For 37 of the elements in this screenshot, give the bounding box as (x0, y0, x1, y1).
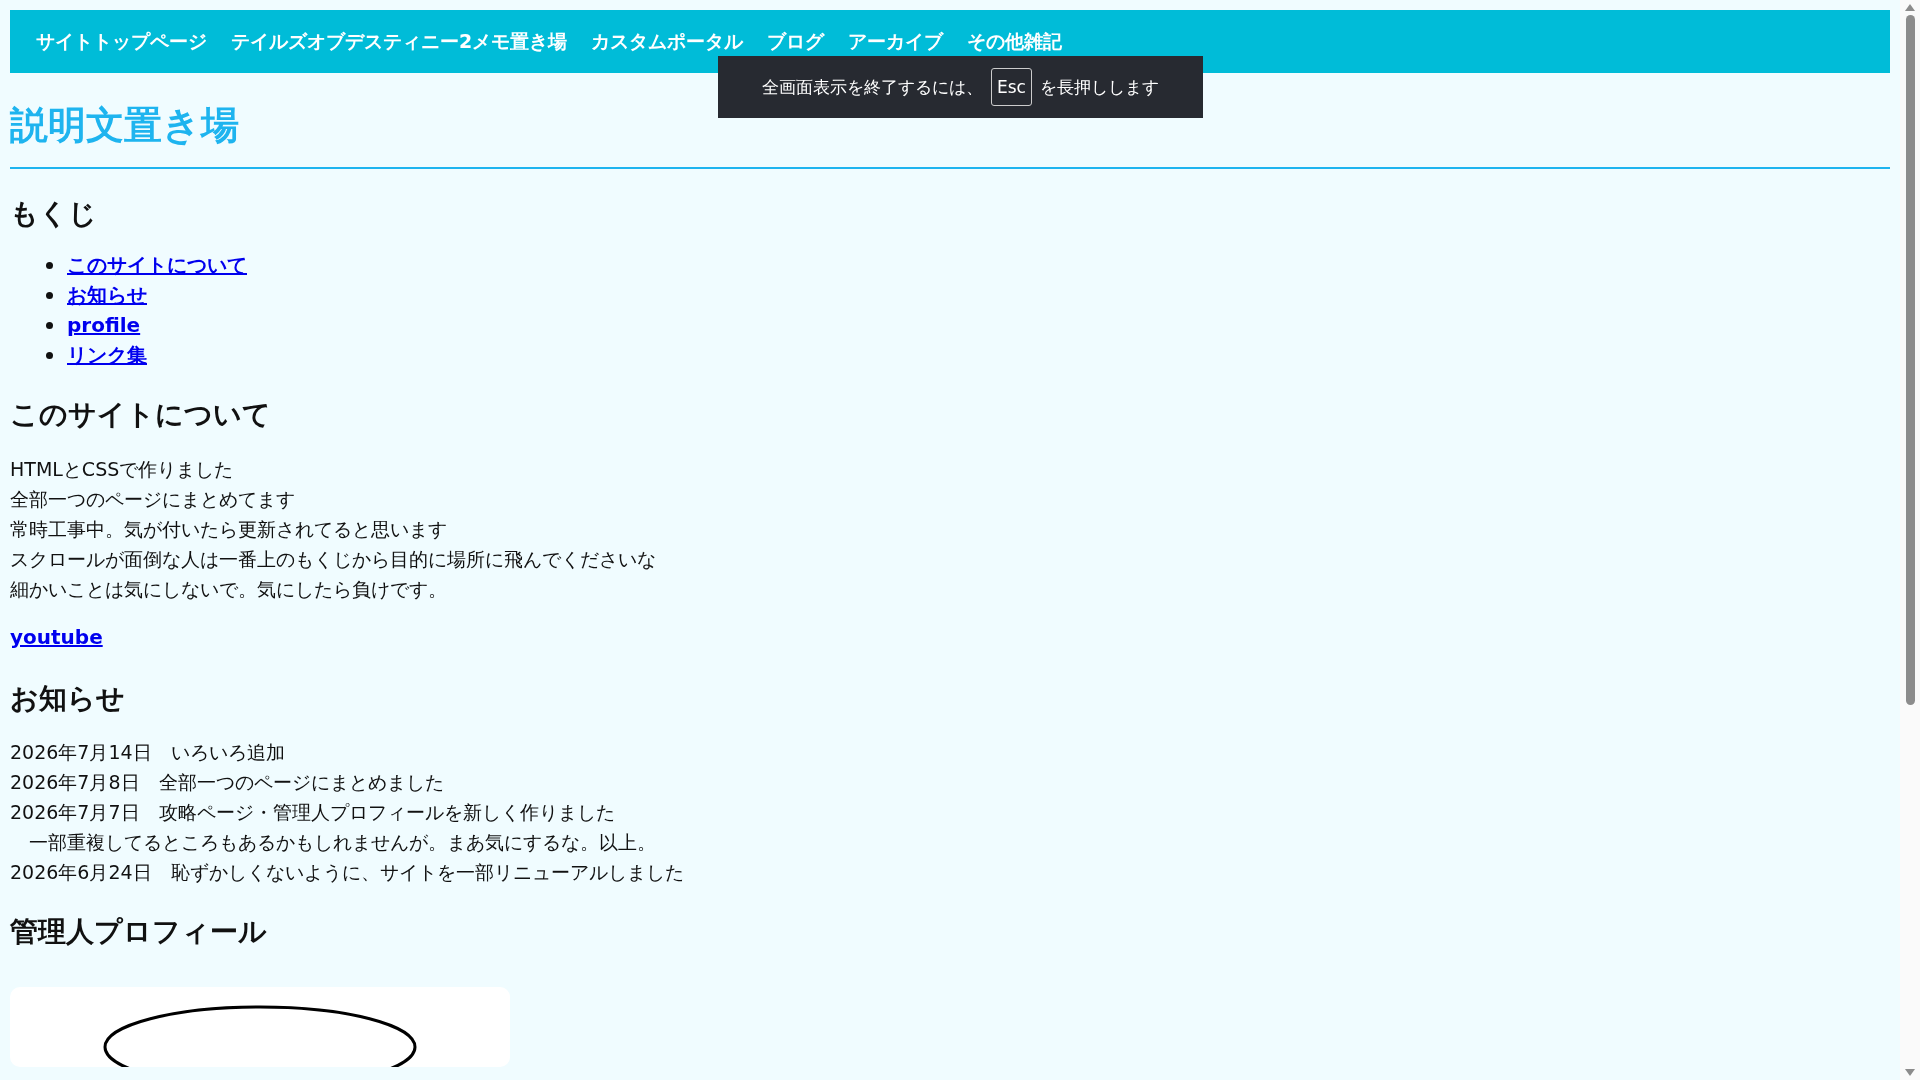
scrollbar[interactable] (1900, 0, 1920, 1080)
nav-link[interactable]: ブログ (755, 28, 837, 55)
youtube-link[interactable]: youtube (10, 624, 103, 649)
text-line: HTMLとCSSで作りました (10, 456, 235, 482)
notice-text: を長押しします (1039, 75, 1159, 99)
section-heading: お知らせ (10, 681, 126, 716)
news-entry: 2026年6月24日 恥ずかしくないように、サイトを一部リニューアルしました (10, 860, 685, 886)
scrollbar-thumb[interactable] (1905, 15, 1915, 705)
news-entry: 2026年7月14日 いろいろ追加 (10, 740, 286, 766)
bullet-icon (46, 321, 53, 329)
scroll-down-icon[interactable] (1905, 1069, 1915, 1076)
nav-link[interactable]: サイトトップページ (24, 28, 219, 55)
toc-link[interactable]: リンク集 (67, 341, 147, 369)
news-entry: 2026年7月8日 全部一つのページにまとめました (10, 770, 445, 796)
nav-link[interactable]: その他雑記 (955, 28, 1075, 55)
esc-key: Esc (991, 68, 1032, 106)
section-heading: このサイトについて (10, 398, 272, 432)
nav-link[interactable]: カスタムポータル (579, 28, 756, 55)
news-entry: 一部重複してるところもあるかもしれませんが。まあ気にするな。以上。 (28, 830, 657, 856)
text-line: スクロールが面倒な人は一番上のもくじから目的に場所に飛んでくださいな (10, 546, 657, 572)
page-title: 説明文置き場 (10, 103, 240, 149)
section-heading: もくじ (10, 196, 98, 231)
section-heading: 管理人プロフィール (10, 915, 268, 949)
scroll-up-icon[interactable] (1905, 4, 1915, 11)
bullet-icon (46, 291, 53, 299)
bullet-icon (46, 261, 53, 269)
toc-link[interactable]: お知らせ (67, 281, 147, 309)
nav-link[interactable]: テイルズオブデスティニー2メモ置き場 (219, 28, 580, 55)
toc-link[interactable]: このサイトについて (67, 251, 247, 279)
text-line: 細かいことは気にしないで。気にしたら負けです。 (10, 576, 448, 602)
notice-text: 全画面表示を終了するには、 (762, 75, 983, 99)
news-entry: 2026年7月7日 攻略ページ・管理人プロフィールを新しく作りました (10, 800, 616, 826)
nav-link[interactable]: アーカイブ (836, 28, 956, 55)
bullet-icon (46, 351, 53, 359)
toc-link[interactable]: profile (67, 313, 141, 338)
text-line: 全部一つのページにまとめてます (10, 486, 296, 512)
text-line: 常時工事中。気が付いたら更新されてると思います (10, 516, 448, 542)
